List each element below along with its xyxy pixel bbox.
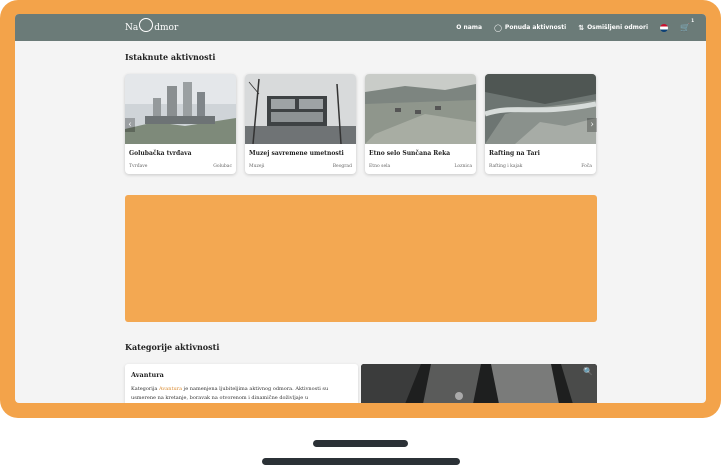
card-category: Muzeji — [249, 164, 265, 169]
logo-text-part2: dmor — [154, 23, 179, 33]
carousel-next-icon[interactable]: › — [587, 118, 597, 132]
card-image — [125, 74, 236, 144]
logo[interactable]: Na dmor — [125, 18, 178, 38]
card-title: Etno selo Sunčana Reka — [369, 150, 451, 157]
card-title: Golubačka tvrđava — [129, 150, 192, 157]
top-navbar: Na dmor O nama ◯ Ponuda aktivnosti ⇅ Osm… — [15, 14, 706, 41]
category-description: Kategorija Avantura je namenjena ljubite… — [131, 385, 353, 403]
card-title: Muzej savremene umetnosti — [249, 150, 344, 157]
activity-card[interactable]: Etno selo Sunčana Reka Etno sela Loznica — [365, 74, 476, 174]
cart-icon[interactable]: 🛒 1 — [680, 18, 694, 32]
nav-label: Ponuda aktivnosti — [504, 24, 567, 31]
tag-icon: ◯ — [494, 23, 502, 32]
tablet-frame: Na dmor O nama ◯ Ponuda aktivnosti ⇅ Osm… — [0, 0, 721, 418]
category-title: Avantura — [131, 371, 164, 379]
featured-section-title: Istaknute aktivnosti — [125, 52, 216, 62]
card-title: Rafting na Tari — [489, 150, 540, 157]
main-nav: O nama ◯ Ponuda aktivnosti ⇅ Osmišljeni … — [456, 14, 694, 41]
card-location: Foča — [581, 164, 592, 169]
zoom-icon[interactable]: 🔍 — [583, 367, 593, 376]
categories-section-title: Kategorije aktivnosti — [125, 342, 220, 352]
card-category: Rafting i kajak — [489, 164, 523, 169]
card-category: Tvrđave — [129, 164, 148, 169]
featured-carousel: Golubačka tvrđava Tvrđave Golubac Muzej … — [125, 74, 597, 174]
logo-mark-icon — [139, 18, 154, 32]
cart-count-badge: 1 — [691, 18, 694, 23]
category-card[interactable]: Avantura Kategorija Avantura je namenjen… — [125, 364, 358, 403]
screen: Na dmor O nama ◯ Ponuda aktivnosti ⇅ Osm… — [15, 14, 706, 403]
card-image — [245, 74, 356, 145]
logo-text-part1: Na — [125, 23, 139, 33]
nav-item-about[interactable]: O nama — [456, 24, 482, 31]
promo-banner — [125, 195, 597, 322]
activity-card[interactable]: Muzej savremene umetnosti Muzeji Beograd — [245, 74, 356, 174]
card-location: Beograd — [332, 164, 352, 169]
nav-label: O nama — [456, 24, 483, 31]
card-location: Loznica — [454, 164, 472, 169]
device-bar-top — [313, 440, 408, 447]
activity-card[interactable]: Golubačka tvrđava Tvrđave Golubac — [125, 74, 236, 174]
card-location: Golubac — [213, 164, 232, 169]
activity-card[interactable]: Rafting na Tari Rafting i kajak Foča — [485, 74, 596, 174]
card-image — [365, 74, 476, 144]
category-link[interactable]: Avantura — [159, 386, 182, 392]
carousel-prev-icon[interactable]: ‹ — [125, 118, 135, 132]
card-image — [485, 74, 596, 144]
category-image[interactable]: 🔍 — [361, 364, 597, 403]
language-flag-icon[interactable] — [660, 23, 669, 32]
sort-icon: ⇅ — [578, 23, 585, 32]
card-category: Etno sela — [369, 164, 391, 169]
nav-item-offer[interactable]: ◯ Ponuda aktivnosti — [494, 24, 566, 32]
device-bar-bottom — [262, 458, 460, 465]
category-desc-prefix: Kategorija — [131, 386, 160, 392]
nav-label: Osmišljeni odmori — [587, 24, 649, 31]
nav-item-holidays[interactable]: ⇅ Osmišljeni odmori — [578, 24, 648, 32]
category-photo — [361, 364, 597, 403]
